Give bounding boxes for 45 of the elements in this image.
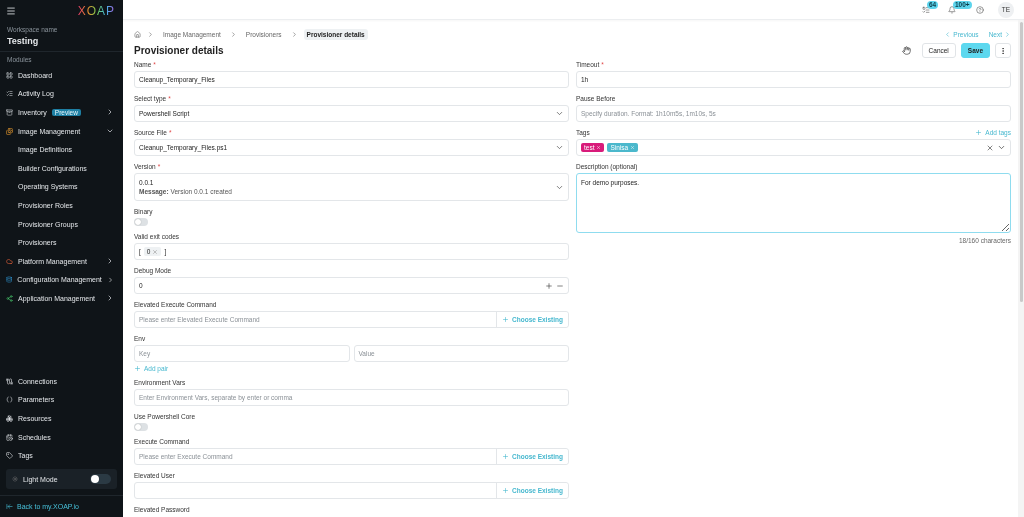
chevron-right-icon <box>1004 31 1011 38</box>
module-icon <box>6 433 13 441</box>
module-icon <box>6 71 13 79</box>
clear-icon <box>986 143 994 152</box>
chevron-right-icon <box>106 108 114 117</box>
module-icon <box>6 396 13 404</box>
page-title: Provisioner details <box>134 45 224 56</box>
more-button[interactable] <box>995 43 1011 58</box>
help-icon[interactable] <box>976 5 984 14</box>
module-icon <box>6 90 13 98</box>
workspace-name: Testing <box>7 36 40 46</box>
close-icon <box>596 145 602 150</box>
chevron-right-icon <box>229 31 237 38</box>
plus-icon <box>134 365 141 372</box>
module-icon <box>6 415 13 422</box>
toggle-switch[interactable] <box>90 474 111 484</box>
task-list-icon[interactable] <box>922 5 930 14</box>
plus-icon <box>975 128 983 136</box>
arrow-left-icon <box>6 503 13 510</box>
module-icon <box>6 109 13 116</box>
menu-icon[interactable] <box>6 6 16 16</box>
close-icon <box>152 248 159 255</box>
logo: XOAP <box>77 4 115 18</box>
hand-icon[interactable] <box>901 46 911 55</box>
chevron-left-icon <box>944 31 952 38</box>
chevron-down-icon <box>555 109 564 118</box>
chevron-right-icon <box>290 31 298 38</box>
close-icon <box>630 145 636 150</box>
sun-icon <box>12 476 18 482</box>
toggle-switch[interactable] <box>134 218 148 226</box>
chevron-right-icon <box>106 294 114 303</box>
module-icon <box>6 377 13 385</box>
chevron-right-icon <box>147 31 154 38</box>
home-icon[interactable] <box>134 31 141 38</box>
module-icon <box>6 127 13 135</box>
bell-icon[interactable] <box>948 5 956 14</box>
module-icon <box>6 257 13 265</box>
toggle-switch[interactable] <box>134 423 148 431</box>
more-icon <box>999 46 1007 55</box>
chevron-down-icon <box>997 143 1006 152</box>
plus-icon <box>545 281 553 290</box>
chevron-down-icon <box>555 143 564 152</box>
module-icon <box>6 294 13 302</box>
module-icon <box>6 452 13 460</box>
module-icon <box>6 276 13 284</box>
